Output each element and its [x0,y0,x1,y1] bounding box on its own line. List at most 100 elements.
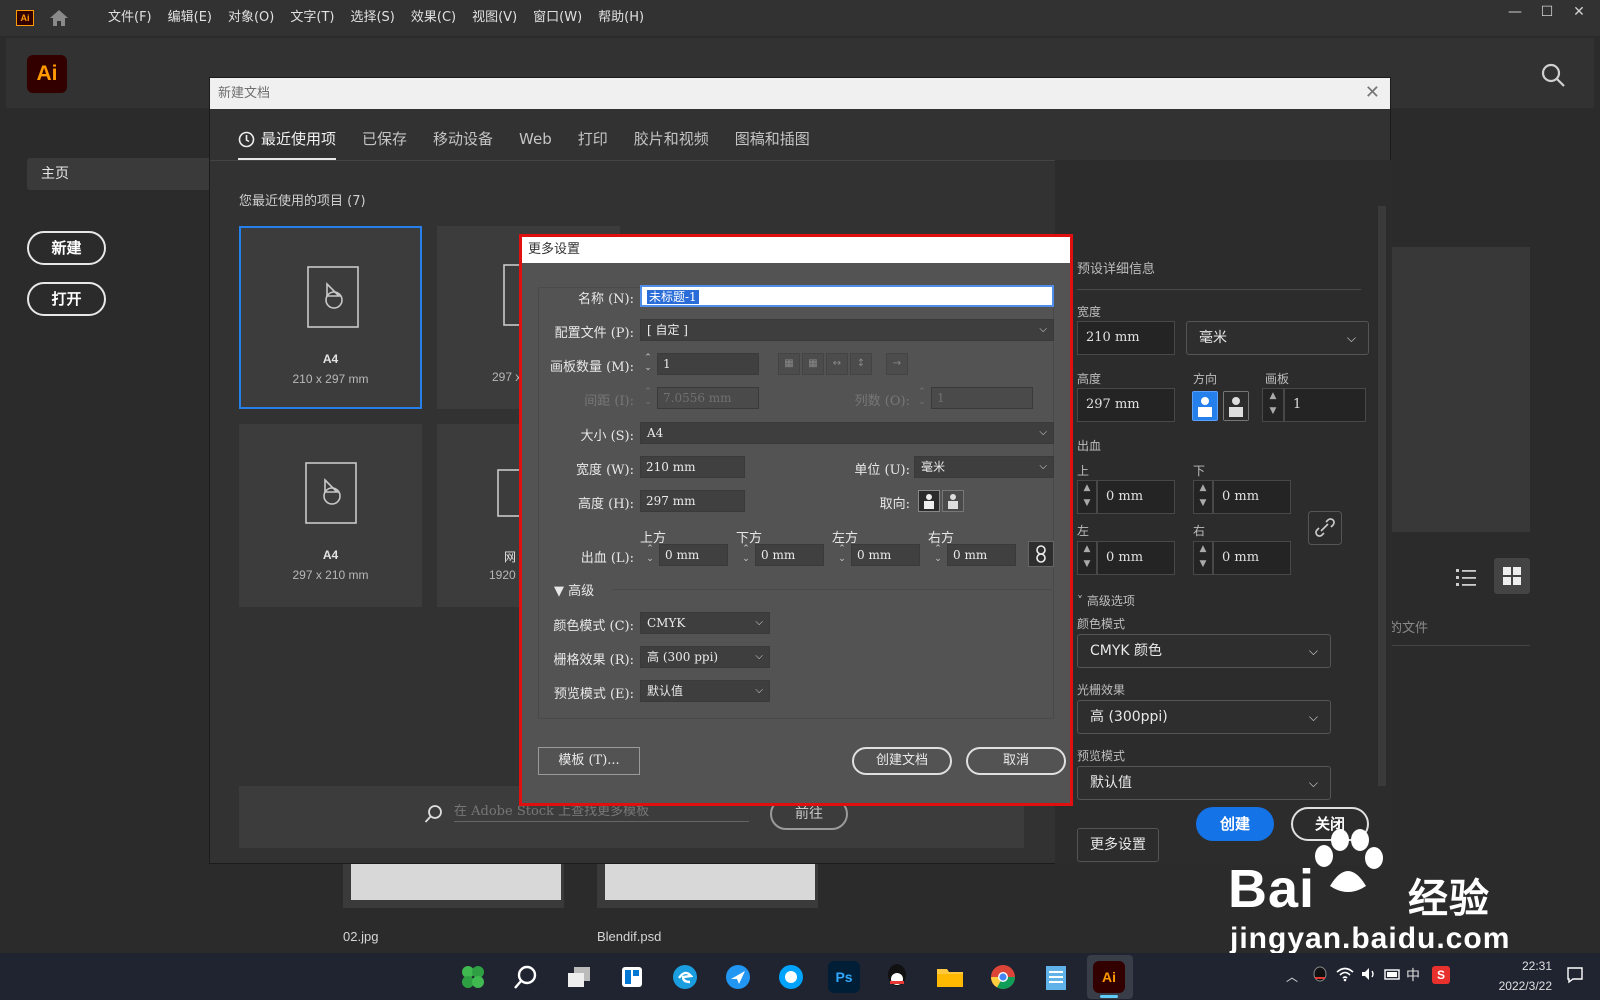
width-input[interactable]: 210 mm [640,456,745,478]
clock-date[interactable]: 2022/3/22 [1472,979,1552,993]
preview-mode-select[interactable]: 默认值 ⌵ [640,680,770,702]
file-explorer-icon[interactable] [934,961,966,993]
link-icon[interactable] [1028,541,1054,567]
bleed-bottom-stepper[interactable]: ▲ ▼ [1193,480,1213,514]
open-button[interactable]: 打开 [27,282,106,316]
battery-icon[interactable] [1384,966,1402,985]
artboards-input[interactable]: 1 [657,353,759,375]
arrange-by-row-icon[interactable]: ↔ [826,353,848,375]
bleed-bottom-stepper[interactable]: ⌃ ⌄ [738,544,754,566]
preset-card[interactable]: A4 210 x 297 mm [239,226,422,409]
advanced-options-toggle[interactable]: ˅ 高级选项 [1077,592,1135,609]
units-select[interactable]: 毫米 ⌵ [914,456,1054,478]
bleed-top-stepper[interactable]: ⌃ ⌄ [642,544,658,566]
right-to-left-icon[interactable]: → [886,353,908,375]
advanced-toggle[interactable]: ▼ 高级 [554,580,594,599]
bleed-right-stepper[interactable]: ▲ ▼ [1193,541,1213,575]
search-icon[interactable] [510,961,542,993]
tab-saved[interactable]: 已保存 [362,118,407,160]
create-document-button[interactable]: 创建文档 [852,747,952,775]
size-select[interactable]: A4 ⌵ [640,422,1054,444]
templates-button[interactable]: 模板 (T)... [538,747,640,775]
menu-file[interactable]: 文件(F) [100,0,160,36]
menu-window[interactable]: 窗口(W) [525,0,590,36]
maximize-button[interactable]: ☐ [1532,0,1562,26]
close-window-button[interactable]: ✕ [1564,0,1594,26]
sogou-icon[interactable]: S [1432,966,1450,984]
arrange-by-column-icon[interactable]: ↕ [850,353,872,375]
artboard-stepper[interactable]: ▲ ▼ [1262,388,1284,422]
more-settings-button[interactable]: 更多设置 [1077,828,1159,862]
list-view-icon[interactable] [1455,566,1477,588]
illustrator-icon[interactable]: Ai [1093,961,1125,993]
bleed-left-input[interactable]: 0 mm [1097,541,1175,575]
notification-icon[interactable] [1566,966,1584,987]
task-view-icon[interactable] [563,961,595,993]
menu-edit[interactable]: 编辑(E) [160,0,220,36]
notepad-icon[interactable] [1040,961,1072,993]
photoshop-icon[interactable]: Ps [828,961,860,993]
volume-icon[interactable] [1360,966,1378,985]
menu-select[interactable]: 选择(S) [342,0,402,36]
home-icon[interactable] [48,9,70,27]
landscape-orientation-icon[interactable] [1223,391,1249,421]
menu-help[interactable]: 帮助(H) [590,0,652,36]
feishu-icon[interactable] [722,961,754,993]
menu-object[interactable]: 对象(O) [220,0,282,36]
menu-effect[interactable]: 效果(C) [403,0,464,36]
bleed-right-input[interactable]: 0 mm [947,544,1016,566]
chrome-icon[interactable] [987,961,1019,993]
start-icon[interactable] [457,961,489,993]
new-button[interactable]: 新建 [27,231,106,265]
scrollbar[interactable] [1378,206,1386,786]
menu-view[interactable]: 视图(V) [464,0,525,36]
bleed-bottom-input[interactable]: 0 mm [755,544,824,566]
color-mode-select[interactable]: CMYK ⌵ [640,612,770,634]
file-name[interactable]: 02.jpg [343,929,378,944]
tab-recent[interactable]: 最近使用项 [238,118,337,160]
width-input[interactable]: 210 mm [1077,321,1175,355]
artboards-stepper[interactable]: ⌃ ⌄ [640,353,656,375]
tab-web[interactable]: Web [519,118,552,160]
cancel-button[interactable]: 取消 [966,747,1066,775]
grid-view-button[interactable] [1494,558,1530,594]
height-input[interactable]: 297 mm [640,490,745,512]
minimize-button[interactable]: — [1500,0,1530,26]
menu-type[interactable]: 文字(T) [282,0,342,36]
clock-time[interactable]: 22:31 [1482,959,1552,973]
portrait-orientation-icon[interactable] [918,490,940,512]
portrait-orientation-icon[interactable] [1192,391,1218,421]
close-icon[interactable]: ✕ [1365,83,1380,103]
raster-select[interactable]: 高 (300ppi) ⌵ [1077,700,1331,734]
widgets-icon[interactable] [616,961,648,993]
bleed-right-input[interactable]: 0 mm [1213,541,1291,575]
bleed-top-input[interactable]: 0 mm [1097,480,1175,514]
name-input[interactable]: 未标题-1 [640,285,1054,307]
tab-art-illustration[interactable]: 图稿和插图 [735,118,810,160]
landscape-orientation-icon[interactable] [942,490,964,512]
bleed-bottom-input[interactable]: 0 mm [1213,480,1291,514]
grid-by-column-icon[interactable]: ▦ [802,353,824,375]
sidebar-item-home[interactable]: 主页 [27,158,217,190]
preview-mode-select[interactable]: 默认值 ⌵ [1077,766,1331,800]
raster-select[interactable]: 高 (300 ppi) ⌵ [640,646,770,668]
artboard-input[interactable]: 1 [1284,388,1366,422]
preset-card[interactable]: A4 297 x 210 mm [239,424,422,607]
bleed-right-stepper[interactable]: ⌃ ⌄ [930,544,946,566]
link-icon[interactable] [1308,511,1342,545]
bleed-left-stepper[interactable]: ⌃ ⌄ [834,544,850,566]
bleed-top-stepper[interactable]: ▲ ▼ [1077,480,1097,514]
search-icon[interactable] [1540,62,1566,88]
create-button[interactable]: 创建 [1196,807,1274,841]
show-hidden-icons[interactable]: ︿ [1286,968,1298,985]
qq-tray-icon[interactable] [1312,966,1328,987]
tab-mobile[interactable]: 移动设备 [433,118,493,160]
bleed-top-input[interactable]: 0 mm [659,544,728,566]
wifi-icon[interactable] [1336,966,1354,985]
file-name[interactable]: Blendif.psd [597,929,661,944]
profile-select[interactable]: [ 自定 ] ⌵ [640,319,1054,341]
browser-icon[interactable] [775,961,807,993]
grid-by-row-icon[interactable]: ▦ [778,353,800,375]
color-mode-select[interactable]: CMYK 颜色 ⌵ [1077,634,1331,668]
ime-indicator[interactable]: 中 [1406,965,1420,985]
